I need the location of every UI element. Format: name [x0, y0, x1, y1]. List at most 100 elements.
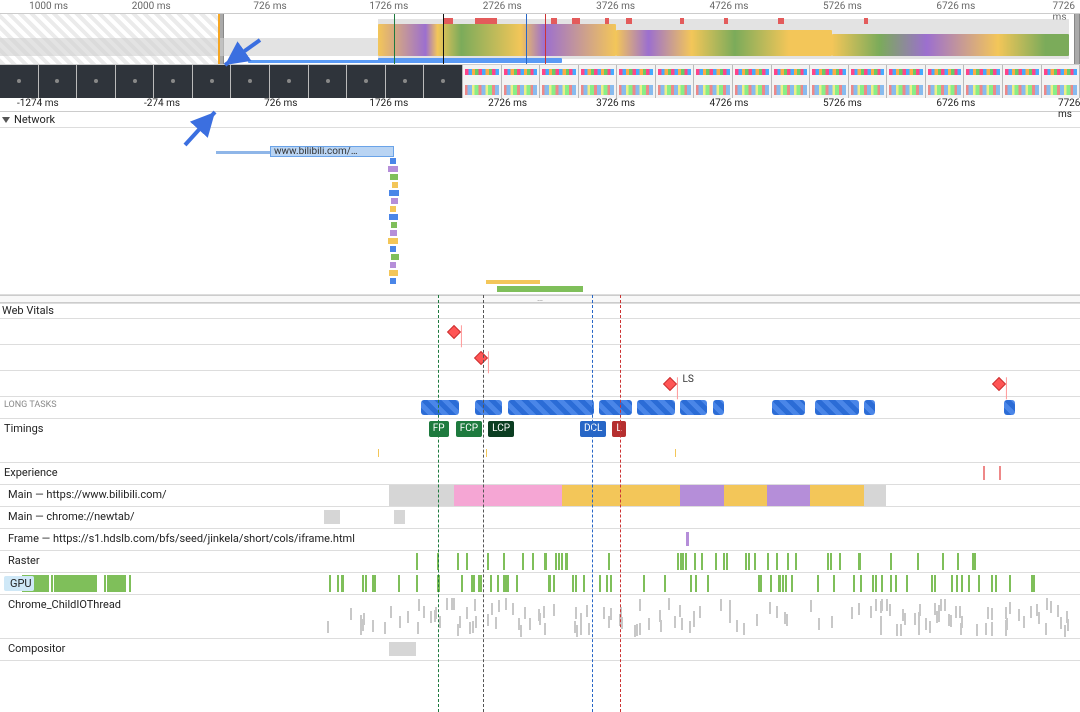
web-vital-marker[interactable]	[663, 376, 677, 390]
task-tick[interactable]	[384, 622, 386, 634]
experience-row[interactable]: Experience	[0, 463, 1080, 485]
task-tick[interactable]	[553, 575, 555, 592]
task-tick[interactable]	[451, 598, 453, 610]
task-tick[interactable]	[955, 606, 957, 618]
task-bar[interactable]	[394, 510, 405, 524]
task-tick[interactable]	[360, 615, 362, 627]
task-tick[interactable]	[917, 553, 919, 570]
task-tick[interactable]	[875, 575, 877, 592]
task-tick[interactable]	[660, 620, 662, 632]
filmstrip-frame[interactable]	[887, 65, 926, 98]
raster-track[interactable]: Raster	[0, 551, 1080, 573]
task-tick[interactable]	[776, 606, 778, 618]
task-tick[interactable]	[736, 620, 738, 632]
filmstrip-frame[interactable]	[116, 65, 155, 98]
task-tick[interactable]	[461, 575, 463, 592]
task-tick[interactable]	[372, 575, 374, 592]
main-thread-newtab[interactable]: Main — chrome://newtab/	[0, 507, 1080, 529]
task-tick[interactable]	[818, 618, 820, 630]
task-tick[interactable]	[129, 575, 131, 592]
task-tick[interactable]	[503, 575, 505, 592]
task-tick[interactable]	[720, 599, 722, 611]
task-tick[interactable]	[677, 553, 679, 570]
task-tick[interactable]	[512, 603, 514, 615]
task-tick[interactable]	[830, 553, 832, 570]
task-tick[interactable]	[679, 605, 681, 617]
timing-lcp-badge[interactable]: LCP	[488, 421, 514, 437]
task-tick[interactable]	[498, 600, 500, 612]
task-tick[interactable]	[1057, 605, 1059, 617]
task-tick[interactable]	[760, 575, 762, 592]
task-tick[interactable]	[472, 621, 474, 633]
task-tick[interactable]	[580, 623, 582, 635]
task-tick[interactable]	[695, 575, 697, 592]
task-tick[interactable]	[904, 613, 906, 625]
task-tick[interactable]	[372, 620, 374, 632]
task-tick[interactable]	[1033, 575, 1035, 592]
timeline-ruler[interactable]: -1274 ms -274 ms 726 ms 1726 ms 2726 ms …	[0, 98, 1080, 112]
task-tick[interactable]	[453, 598, 455, 610]
task-tick[interactable]	[701, 553, 703, 570]
timing-fcp-badge[interactable]: FCP	[456, 421, 482, 437]
filmstrip-frame[interactable]	[926, 65, 965, 98]
task-tick[interactable]	[610, 575, 612, 592]
task-tick[interactable]	[925, 618, 927, 630]
task-tick[interactable]	[681, 618, 683, 630]
task-tick[interactable]	[474, 599, 476, 611]
task-tick[interactable]	[621, 617, 623, 629]
filmstrip-frame[interactable]	[463, 65, 502, 98]
longtask-bar[interactable]	[475, 400, 502, 415]
task-tick[interactable]	[561, 553, 563, 570]
frame-thread[interactable]: Frame — https://s1.hdslb.com/bfs/seed/ji…	[0, 529, 1080, 551]
longtask-bar[interactable]	[680, 400, 707, 415]
task-tick[interactable]	[919, 604, 921, 616]
task-bar[interactable]	[389, 642, 416, 656]
task-tick[interactable]	[416, 553, 418, 570]
web-vital-marker[interactable]	[447, 324, 461, 338]
task-tick[interactable]	[603, 607, 605, 619]
web-vitals-row-1[interactable]	[0, 319, 1080, 345]
task-tick[interactable]	[599, 575, 601, 592]
task-tick[interactable]	[851, 607, 853, 619]
longtasks-row[interactable]: LONG TASKS	[0, 397, 1080, 419]
task-tick[interactable]	[776, 553, 778, 570]
longtask-bar[interactable]	[772, 400, 804, 415]
task-tick[interactable]	[446, 598, 448, 610]
task-tick[interactable]	[872, 575, 874, 592]
task-tick[interactable]	[497, 575, 499, 592]
task-tick[interactable]	[503, 553, 505, 570]
task-bar[interactable]	[686, 532, 689, 546]
network-request-bar[interactable]: www.bilibili.com/…	[270, 146, 394, 157]
longtask-bar[interactable]	[421, 400, 459, 415]
task-tick[interactable]	[466, 607, 468, 619]
task-tick[interactable]	[1064, 625, 1066, 637]
web-vitals-row-2[interactable]	[0, 345, 1080, 371]
task-tick[interactable]	[341, 575, 343, 592]
task-tick[interactable]	[831, 616, 833, 628]
task-tick[interactable]	[944, 599, 946, 611]
task-tick[interactable]	[437, 553, 439, 570]
task-tick[interactable]	[1030, 606, 1032, 618]
task-tick[interactable]	[639, 623, 641, 635]
web-vitals-row-3[interactable]: LS	[0, 371, 1080, 397]
filmstrip-frame[interactable]	[540, 65, 579, 98]
task-tick[interactable]	[779, 575, 781, 592]
task-tick[interactable]	[880, 601, 882, 613]
longtask-bar[interactable]	[864, 400, 875, 415]
longtask-bar[interactable]	[815, 400, 858, 415]
task-tick[interactable]	[664, 575, 666, 592]
task-tick[interactable]	[685, 553, 687, 570]
task-tick[interactable]	[785, 575, 787, 592]
longtask-bar[interactable]	[1004, 400, 1015, 415]
task-tick[interactable]	[407, 611, 409, 623]
longtask-bar[interactable]	[713, 400, 724, 415]
task-tick[interactable]	[418, 599, 420, 611]
task-tick[interactable]	[940, 599, 942, 611]
task-tick[interactable]	[362, 619, 364, 631]
task-tick[interactable]	[895, 575, 897, 592]
task-tick[interactable]	[574, 621, 576, 633]
filmstrip-frame[interactable]	[772, 65, 811, 98]
task-tick[interactable]	[896, 624, 898, 636]
task-tick[interactable]	[1009, 575, 1011, 592]
resize-handle[interactable]: …	[0, 295, 1080, 303]
